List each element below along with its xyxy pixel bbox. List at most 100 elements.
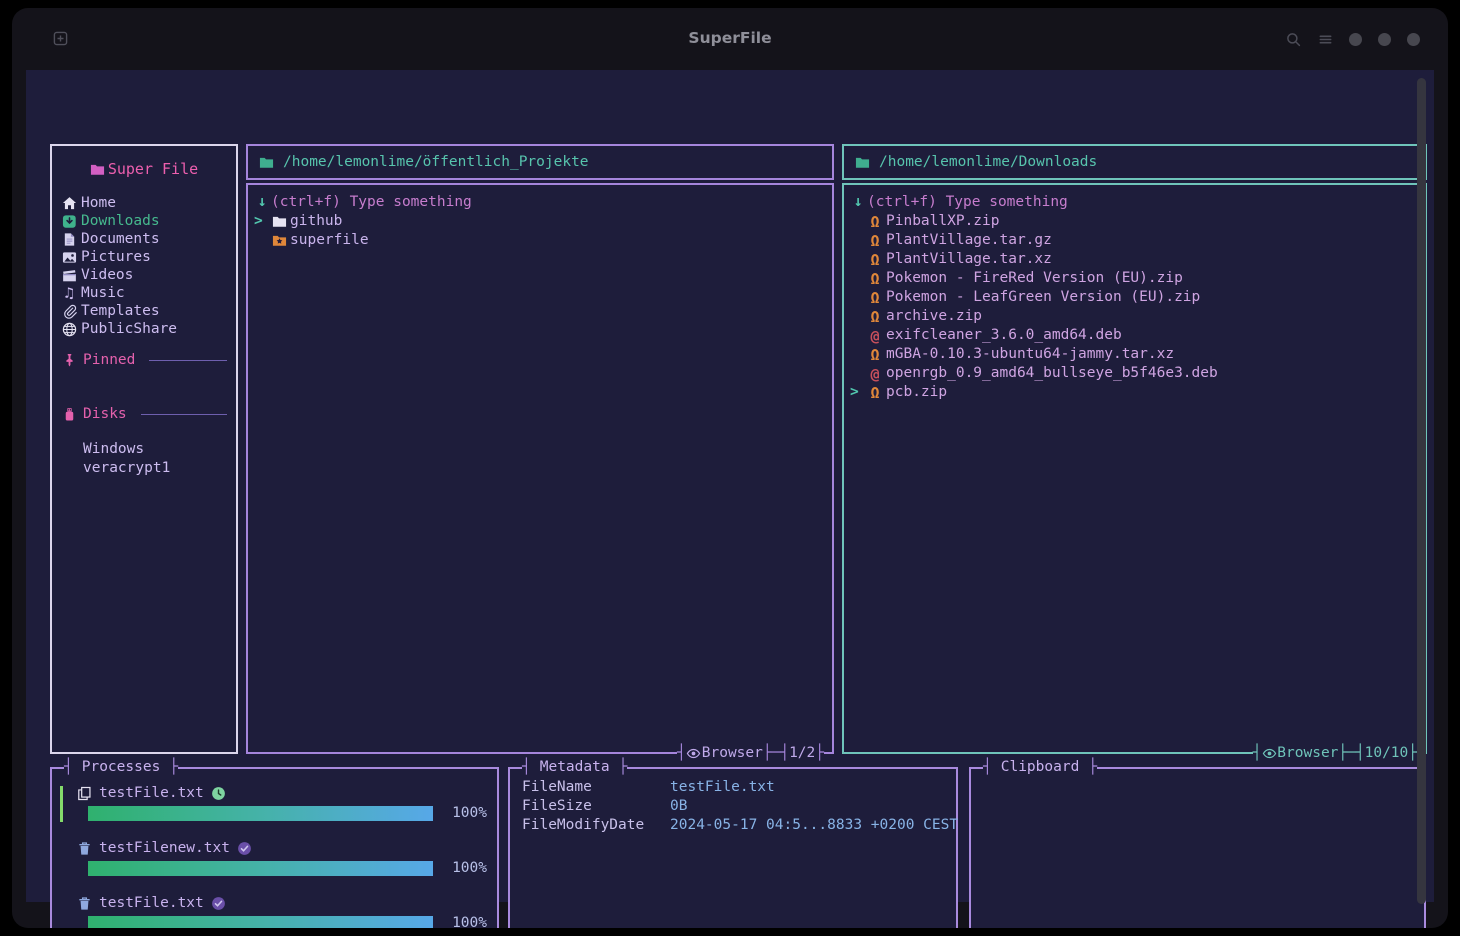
metadata-row: FileNametestFile.txt: [522, 778, 944, 797]
process-item[interactable]: testFile.txt 100%: [52, 893, 487, 928]
archive-icon: Ω: [867, 233, 886, 249]
file-panel-downloads: /home/lemonlime/Downloads ↓ (ctrl+f) Typ…: [842, 144, 1427, 754]
process-item[interactable]: testFilenew.txt100%: [52, 838, 487, 876]
file-row[interactable]: >Ωpcb.zip: [850, 383, 1419, 402]
progress-track: [88, 806, 433, 821]
search-prompt-text: (ctrl+f) Type something: [867, 193, 1068, 212]
sidebar-item-downloads[interactable]: Downloads: [61, 212, 227, 230]
process-progress-row: 100%: [76, 805, 487, 821]
file-row[interactable]: ΩPokemon - LeafGreen Version (EU).zip: [850, 288, 1419, 307]
archive-icon: Ω: [867, 290, 886, 306]
chevron-right-icon: >: [254, 212, 271, 231]
panel-title-label: Clipboard: [992, 758, 1089, 777]
section-label: Pinned: [83, 351, 135, 369]
sidebar-item-label: Music: [81, 284, 125, 302]
path-bar[interactable]: /home/lemonlime/Downloads: [842, 144, 1427, 180]
search-prompt-text: (ctrl+f) Type something: [271, 193, 472, 212]
sidebar-item-documents[interactable]: Documents: [61, 230, 227, 248]
file-name: openrgb_0.9_amd64_bullseye_b5f46e3.deb: [886, 364, 1218, 383]
archive-icon: Ω: [867, 271, 886, 287]
cursor-position: 10/10: [1365, 744, 1409, 763]
sidebar-item-templates[interactable]: Templates: [61, 302, 227, 320]
paperclip-icon: [61, 303, 77, 319]
disk-item-veracrypt1[interactable]: veracrypt1: [61, 459, 227, 478]
chevron-right-icon: >: [850, 383, 867, 402]
sidebar-item-publicshare[interactable]: PublicShare: [61, 320, 227, 338]
archive-icon: Ω: [867, 290, 883, 306]
process-name: testFile.txt: [99, 785, 204, 801]
window-scrollbar[interactable]: [1417, 78, 1426, 904]
archive-icon: Ω: [867, 309, 886, 325]
search-button[interactable]: [1285, 31, 1301, 47]
sidebar-item-videos[interactable]: Videos: [61, 266, 227, 284]
file-row[interactable]: @exifcleaner_3.6.0_amd64.deb: [850, 326, 1419, 345]
metadata-row: FileModifyDate2024-05-17 04:5...8833 +02…: [522, 816, 944, 835]
trash-icon: [76, 840, 92, 856]
metadata-key: FileName: [522, 778, 670, 797]
window-control-dot[interactable]: [1349, 33, 1362, 46]
sidebar-item-label: Downloads: [81, 212, 160, 230]
section-label: Disks: [83, 405, 127, 423]
metadata-value: 2024-05-17 04:5...8833 +0200 CEST: [670, 816, 958, 835]
file-row[interactable]: ΩPlantVillage.tar.xz: [850, 250, 1419, 269]
search-prompt[interactable]: ↓ (ctrl+f) Type something: [850, 193, 1419, 212]
search-prompt[interactable]: ↓ (ctrl+f) Type something: [254, 193, 826, 212]
file-row[interactable]: ΩPokemon - FireRed Version (EU).zip: [850, 269, 1419, 288]
sidebar-title: Super File: [61, 160, 227, 178]
process-name: testFile.txt: [99, 895, 204, 911]
home-icon: [61, 195, 77, 211]
starred-folder-icon: [271, 233, 287, 249]
menu-button[interactable]: [1317, 31, 1333, 47]
file-name: PlantVillage.tar.gz: [886, 231, 1052, 250]
file-row[interactable]: superfile: [254, 231, 826, 250]
file-name: github: [290, 212, 342, 231]
panel-title: Metadata: [522, 758, 627, 777]
copy-icon: [76, 785, 92, 801]
cursor-position: 1/2: [789, 744, 815, 763]
sidebar-item-music[interactable]: ♫Music: [61, 284, 227, 302]
progress-track: [88, 861, 433, 876]
file-name: pcb.zip: [886, 383, 947, 402]
archive-icon: Ω: [867, 233, 883, 249]
path-text: /home/lemonlime/öffentlich_Projekte: [283, 154, 589, 170]
file-row[interactable]: ΩPlantVillage.tar.gz: [850, 231, 1419, 250]
file-name: PinballXP.zip: [886, 212, 1000, 231]
file-name: Pokemon - FireRed Version (EU).zip: [886, 269, 1183, 288]
file-row[interactable]: @openrgb_0.9_amd64_bullseye_b5f46e3.deb: [850, 364, 1419, 383]
file-name: mGBA-0.10.3-ubuntu64-jammy.tar.xz: [886, 345, 1174, 364]
clock-icon: [211, 785, 227, 801]
music-icon: ♫: [61, 285, 77, 301]
file-row[interactable]: > github: [254, 212, 826, 231]
file-name: PlantVillage.tar.xz: [886, 250, 1052, 269]
archive-icon: Ω: [867, 252, 886, 268]
window-control-dot[interactable]: [1378, 33, 1391, 46]
clipboard-panel: Clipboard: [969, 767, 1426, 928]
archive-icon: Ω: [867, 214, 886, 230]
file-list: ↓ (ctrl+f) Type something ΩPinballXP.zip…: [842, 183, 1427, 754]
sidebar-item-home[interactable]: Home: [61, 194, 227, 212]
metadata-key: FileSize: [522, 797, 670, 816]
file-row[interactable]: ΩPinballXP.zip: [850, 212, 1419, 231]
sidebar-section-pinned: Pinned: [61, 351, 227, 369]
search-icon: [1285, 31, 1301, 47]
path-bar[interactable]: /home/lemonlime/öffentlich_Projekte: [246, 144, 834, 180]
archive-icon: Ω: [867, 271, 883, 287]
selection-cursor: [60, 786, 63, 822]
process-name-row: testFile.txt: [76, 783, 487, 803]
progress-percent: 100%: [433, 915, 487, 928]
sidebar-item-label: Documents: [81, 230, 160, 248]
window-control-dot[interactable]: [1407, 33, 1420, 46]
sidebar-item-pictures[interactable]: Pictures: [61, 248, 227, 266]
file-name: archive.zip: [886, 307, 982, 326]
pin-icon: [61, 352, 77, 368]
file-row[interactable]: ΩmGBA-0.10.3-ubuntu64-jammy.tar.xz: [850, 345, 1419, 364]
disk-item-windows[interactable]: Windows: [61, 440, 227, 459]
metadata-value: 0B: [670, 797, 687, 816]
deb-icon: @: [867, 328, 886, 344]
archive-icon: Ω: [867, 385, 886, 401]
sidebar-section-disks: Disks: [61, 405, 227, 423]
picture-icon: [61, 249, 77, 265]
file-row[interactable]: Ωarchive.zip: [850, 307, 1419, 326]
process-item[interactable]: testFile.txt 100%: [52, 783, 487, 821]
process-name: testFilenew.txt: [99, 840, 230, 856]
